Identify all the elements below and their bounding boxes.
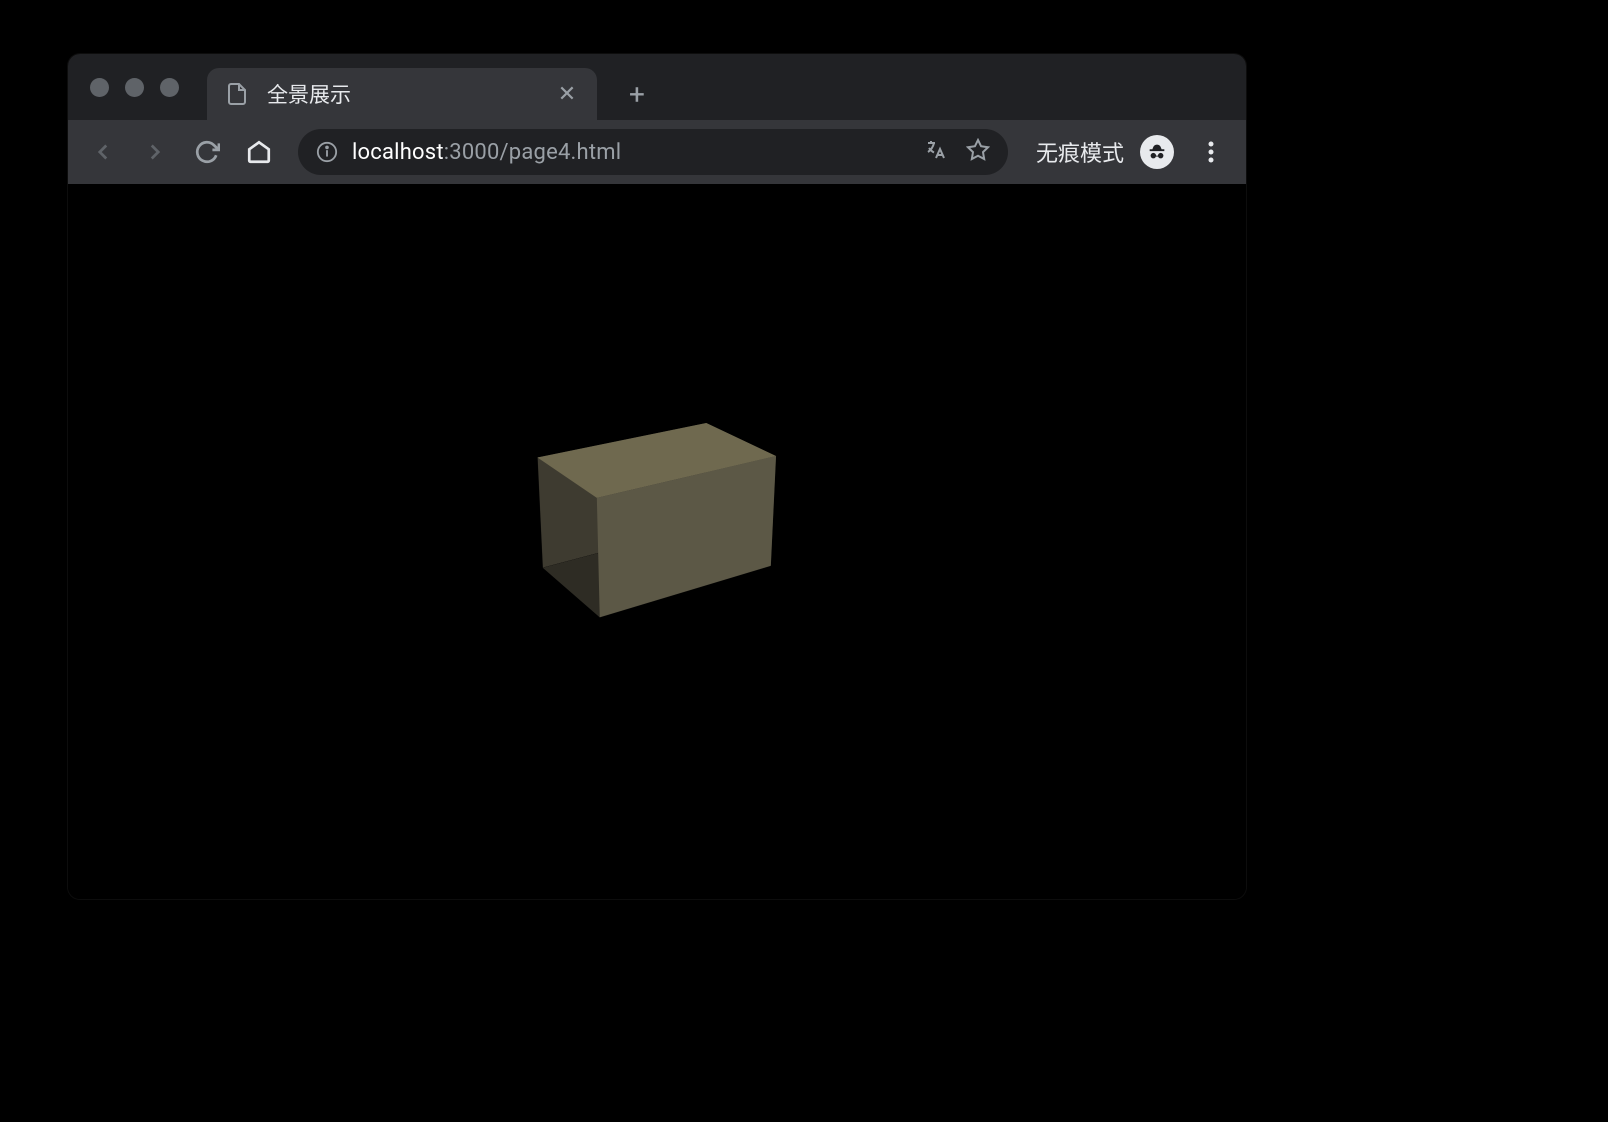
tab-title: 全景展示 — [267, 79, 537, 109]
browser-window: 全景展示 ✕ + localhost:3000/page4.html — [68, 54, 1246, 899]
bookmark-icon[interactable] — [966, 138, 990, 166]
3d-scene — [566, 439, 740, 592]
window-minimize-button[interactable] — [125, 78, 144, 97]
home-button[interactable] — [238, 131, 280, 173]
incognito-label: 无痕模式 — [1036, 136, 1124, 168]
page-viewport[interactable] — [68, 184, 1246, 899]
forward-button[interactable] — [134, 131, 176, 173]
incognito-icon[interactable] — [1140, 135, 1174, 169]
reload-button[interactable] — [186, 131, 228, 173]
site-info-icon[interactable] — [316, 141, 338, 163]
translate-icon[interactable] — [924, 138, 948, 166]
file-icon — [225, 82, 249, 106]
tab-strip: 全景展示 ✕ + — [207, 54, 659, 120]
browser-tab[interactable]: 全景展示 ✕ — [207, 68, 597, 120]
tab-close-button[interactable]: ✕ — [555, 82, 579, 107]
back-button[interactable] — [82, 131, 124, 173]
cuboid-object — [566, 439, 740, 592]
window-controls — [90, 78, 179, 97]
address-bar[interactable]: localhost:3000/page4.html — [298, 129, 1008, 175]
url-text: localhost:3000/page4.html — [352, 140, 910, 165]
kebab-menu-icon[interactable] — [1190, 131, 1232, 173]
titlebar: 全景展示 ✕ + — [68, 54, 1246, 120]
window-close-button[interactable] — [90, 78, 109, 97]
url-host: localhost — [352, 140, 444, 165]
new-tab-button[interactable]: + — [615, 72, 659, 116]
window-maximize-button[interactable] — [160, 78, 179, 97]
toolbar: localhost:3000/page4.html 无痕模式 — [68, 120, 1246, 184]
url-path: :3000/page4.html — [444, 140, 622, 165]
omnibox-actions — [924, 138, 990, 166]
